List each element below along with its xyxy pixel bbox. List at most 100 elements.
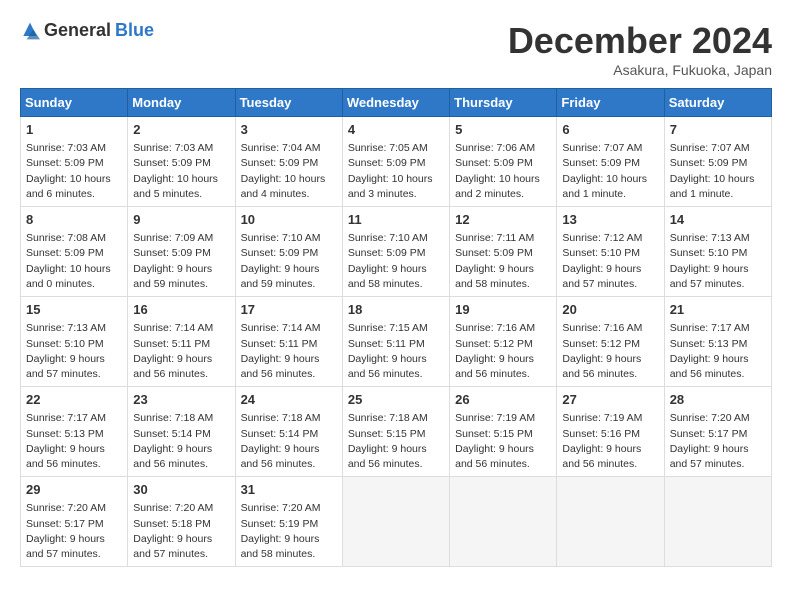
day-info: Sunrise: 7:17 AMSunset: 5:13 PMDaylight:… bbox=[26, 411, 122, 472]
month-title: December 2024 bbox=[508, 20, 772, 62]
calendar-cell: 20Sunrise: 7:16 AMSunset: 5:12 PMDayligh… bbox=[557, 297, 664, 387]
header-sunday: Sunday bbox=[21, 89, 128, 117]
calendar-cell: 4 Sunrise: 7:05 AMSunset: 5:09 PMDaylight… bbox=[342, 117, 449, 207]
day-info: Sunrise: 7:19 AMSunset: 5:15 PMDaylight:… bbox=[455, 411, 551, 472]
day-info: Sunrise: 7:15 AMSunset: 5:11 PMDaylight:… bbox=[348, 321, 444, 382]
day-info: Sunrise: 7:12 AMSunset: 5:10 PMDaylight:… bbox=[562, 231, 658, 292]
calendar-cell: 12 Sunrise: 7:11 AMSunset: 5:09 PMDayligh… bbox=[450, 207, 557, 297]
day-info: Sunrise: 7:20 AMSunset: 5:19 PMDaylight:… bbox=[241, 501, 337, 562]
day-number: 27 bbox=[562, 391, 658, 409]
header-wednesday: Wednesday bbox=[342, 89, 449, 117]
calendar-cell: 27 Sunrise: 7:19 AMSunset: 5:16 PMDayligh… bbox=[557, 387, 664, 477]
day-number: 15 bbox=[26, 301, 122, 319]
day-info: Sunrise: 7:03 AMSunset: 5:09 PMDaylight:… bbox=[26, 141, 122, 202]
calendar-cell: 25 Sunrise: 7:18 AMSunset: 5:15 PMDayligh… bbox=[342, 387, 449, 477]
calendar-cell: 11 Sunrise: 7:10 AMSunset: 5:09 PMDayligh… bbox=[342, 207, 449, 297]
day-number: 5 bbox=[455, 121, 551, 139]
day-info: Sunrise: 7:04 AMSunset: 5:09 PMDaylight:… bbox=[241, 141, 337, 202]
header-friday: Friday bbox=[557, 89, 664, 117]
calendar-cell: 28 Sunrise: 7:20 AMSunset: 5:17 PMDayligh… bbox=[664, 387, 771, 477]
calendar-cell: 6 Sunrise: 7:07 AMSunset: 5:09 PMDaylight… bbox=[557, 117, 664, 207]
day-number: 23 bbox=[133, 391, 229, 409]
calendar-cell: 7 Sunrise: 7:07 AMSunset: 5:09 PMDaylight… bbox=[664, 117, 771, 207]
day-number: 7 bbox=[670, 121, 766, 139]
week-row-1: 1 Sunrise: 7:03 AMSunset: 5:09 PMDaylight… bbox=[21, 117, 772, 207]
header-saturday: Saturday bbox=[664, 89, 771, 117]
day-info: Sunrise: 7:07 AMSunset: 5:09 PMDaylight:… bbox=[562, 141, 658, 202]
day-info: Sunrise: 7:19 AMSunset: 5:16 PMDaylight:… bbox=[562, 411, 658, 472]
day-number: 13 bbox=[562, 211, 658, 229]
calendar-cell: 23 Sunrise: 7:18 AMSunset: 5:14 PMDayligh… bbox=[128, 387, 235, 477]
logo-blue: Blue bbox=[115, 20, 154, 41]
logo-general: General bbox=[44, 20, 111, 41]
day-info: Sunrise: 7:08 AMSunset: 5:09 PMDaylight:… bbox=[26, 231, 122, 292]
day-number: 22 bbox=[26, 391, 122, 409]
page-header: General Blue December 2024 Asakura, Fuku… bbox=[20, 20, 772, 78]
day-info: Sunrise: 7:20 AMSunset: 5:17 PMDaylight:… bbox=[670, 411, 766, 472]
calendar-cell: 30 Sunrise: 7:20 AMSunset: 5:18 PMDayligh… bbox=[128, 477, 235, 567]
day-number: 14 bbox=[670, 211, 766, 229]
day-info: Sunrise: 7:20 AMSunset: 5:18 PMDaylight:… bbox=[133, 501, 229, 562]
day-number: 20 bbox=[562, 301, 658, 319]
day-number: 24 bbox=[241, 391, 337, 409]
day-info: Sunrise: 7:07 AMSunset: 5:09 PMDaylight:… bbox=[670, 141, 766, 202]
day-info: Sunrise: 7:14 AMSunset: 5:11 PMDaylight:… bbox=[241, 321, 337, 382]
day-number: 4 bbox=[348, 121, 444, 139]
day-number: 8 bbox=[26, 211, 122, 229]
calendar-cell: 16Sunrise: 7:14 AMSunset: 5:11 PMDayligh… bbox=[128, 297, 235, 387]
calendar-cell: 26 Sunrise: 7:19 AMSunset: 5:15 PMDayligh… bbox=[450, 387, 557, 477]
calendar-cell: 18Sunrise: 7:15 AMSunset: 5:11 PMDayligh… bbox=[342, 297, 449, 387]
calendar-cell bbox=[450, 477, 557, 567]
calendar-cell bbox=[342, 477, 449, 567]
header-tuesday: Tuesday bbox=[235, 89, 342, 117]
day-info: Sunrise: 7:17 AMSunset: 5:13 PMDaylight:… bbox=[670, 321, 766, 382]
day-number: 17 bbox=[241, 301, 337, 319]
header-thursday: Thursday bbox=[450, 89, 557, 117]
calendar-cell bbox=[557, 477, 664, 567]
day-info: Sunrise: 7:05 AMSunset: 5:09 PMDaylight:… bbox=[348, 141, 444, 202]
calendar-cell: 19 Sunrise: 7:16 AMSunset: 5:12 PMDayligh… bbox=[450, 297, 557, 387]
day-info: Sunrise: 7:10 AMSunset: 5:09 PMDaylight:… bbox=[348, 231, 444, 292]
day-number: 19 bbox=[455, 301, 551, 319]
day-number: 11 bbox=[348, 211, 444, 229]
calendar-cell: 24 Sunrise: 7:18 AMSunset: 5:14 PMDayligh… bbox=[235, 387, 342, 477]
calendar-cell: 5Sunrise: 7:06 AMSunset: 5:09 PMDaylight… bbox=[450, 117, 557, 207]
calendar-cell: 10Sunrise: 7:10 AMSunset: 5:09 PMDayligh… bbox=[235, 207, 342, 297]
day-number: 26 bbox=[455, 391, 551, 409]
day-number: 28 bbox=[670, 391, 766, 409]
calendar-table: SundayMondayTuesdayWednesdayThursdayFrid… bbox=[20, 88, 772, 567]
day-info: Sunrise: 7:18 AMSunset: 5:14 PMDaylight:… bbox=[133, 411, 229, 472]
calendar-cell: 8 Sunrise: 7:08 AMSunset: 5:09 PMDaylight… bbox=[21, 207, 128, 297]
day-info: Sunrise: 7:13 AMSunset: 5:10 PMDaylight:… bbox=[26, 321, 122, 382]
day-info: Sunrise: 7:18 AMSunset: 5:14 PMDaylight:… bbox=[241, 411, 337, 472]
week-row-2: 8 Sunrise: 7:08 AMSunset: 5:09 PMDaylight… bbox=[21, 207, 772, 297]
calendar-cell: 29Sunrise: 7:20 AMSunset: 5:17 PMDayligh… bbox=[21, 477, 128, 567]
day-number: 31 bbox=[241, 481, 337, 499]
day-info: Sunrise: 7:16 AMSunset: 5:12 PMDaylight:… bbox=[455, 321, 551, 382]
day-number: 25 bbox=[348, 391, 444, 409]
day-info: Sunrise: 7:18 AMSunset: 5:15 PMDaylight:… bbox=[348, 411, 444, 472]
calendar-cell: 3Sunrise: 7:04 AMSunset: 5:09 PMDaylight… bbox=[235, 117, 342, 207]
day-number: 30 bbox=[133, 481, 229, 499]
day-number: 12 bbox=[455, 211, 551, 229]
calendar-cell: 15 Sunrise: 7:13 AMSunset: 5:10 PMDayligh… bbox=[21, 297, 128, 387]
day-number: 1 bbox=[26, 121, 122, 139]
day-info: Sunrise: 7:10 AMSunset: 5:09 PMDaylight:… bbox=[241, 231, 337, 292]
day-number: 9 bbox=[133, 211, 229, 229]
calendar-cell: 21Sunrise: 7:17 AMSunset: 5:13 PMDayligh… bbox=[664, 297, 771, 387]
day-info: Sunrise: 7:11 AMSunset: 5:09 PMDaylight:… bbox=[455, 231, 551, 292]
calendar-cell: 13 Sunrise: 7:12 AMSunset: 5:10 PMDayligh… bbox=[557, 207, 664, 297]
calendar-cell: 14 Sunrise: 7:13 AMSunset: 5:10 PMDayligh… bbox=[664, 207, 771, 297]
day-number: 6 bbox=[562, 121, 658, 139]
day-info: Sunrise: 7:09 AMSunset: 5:09 PMDaylight:… bbox=[133, 231, 229, 292]
day-number: 29 bbox=[26, 481, 122, 499]
logo: General Blue bbox=[20, 20, 154, 41]
day-number: 2 bbox=[133, 121, 229, 139]
calendar-header-row: SundayMondayTuesdayWednesdayThursdayFrid… bbox=[21, 89, 772, 117]
day-info: Sunrise: 7:13 AMSunset: 5:10 PMDaylight:… bbox=[670, 231, 766, 292]
header-monday: Monday bbox=[128, 89, 235, 117]
calendar-cell: 31 Sunrise: 7:20 AMSunset: 5:19 PMDayligh… bbox=[235, 477, 342, 567]
day-info: Sunrise: 7:03 AMSunset: 5:09 PMDaylight:… bbox=[133, 141, 229, 202]
calendar-cell: 2 Sunrise: 7:03 AMSunset: 5:09 PMDaylight… bbox=[128, 117, 235, 207]
week-row-3: 15 Sunrise: 7:13 AMSunset: 5:10 PMDayligh… bbox=[21, 297, 772, 387]
